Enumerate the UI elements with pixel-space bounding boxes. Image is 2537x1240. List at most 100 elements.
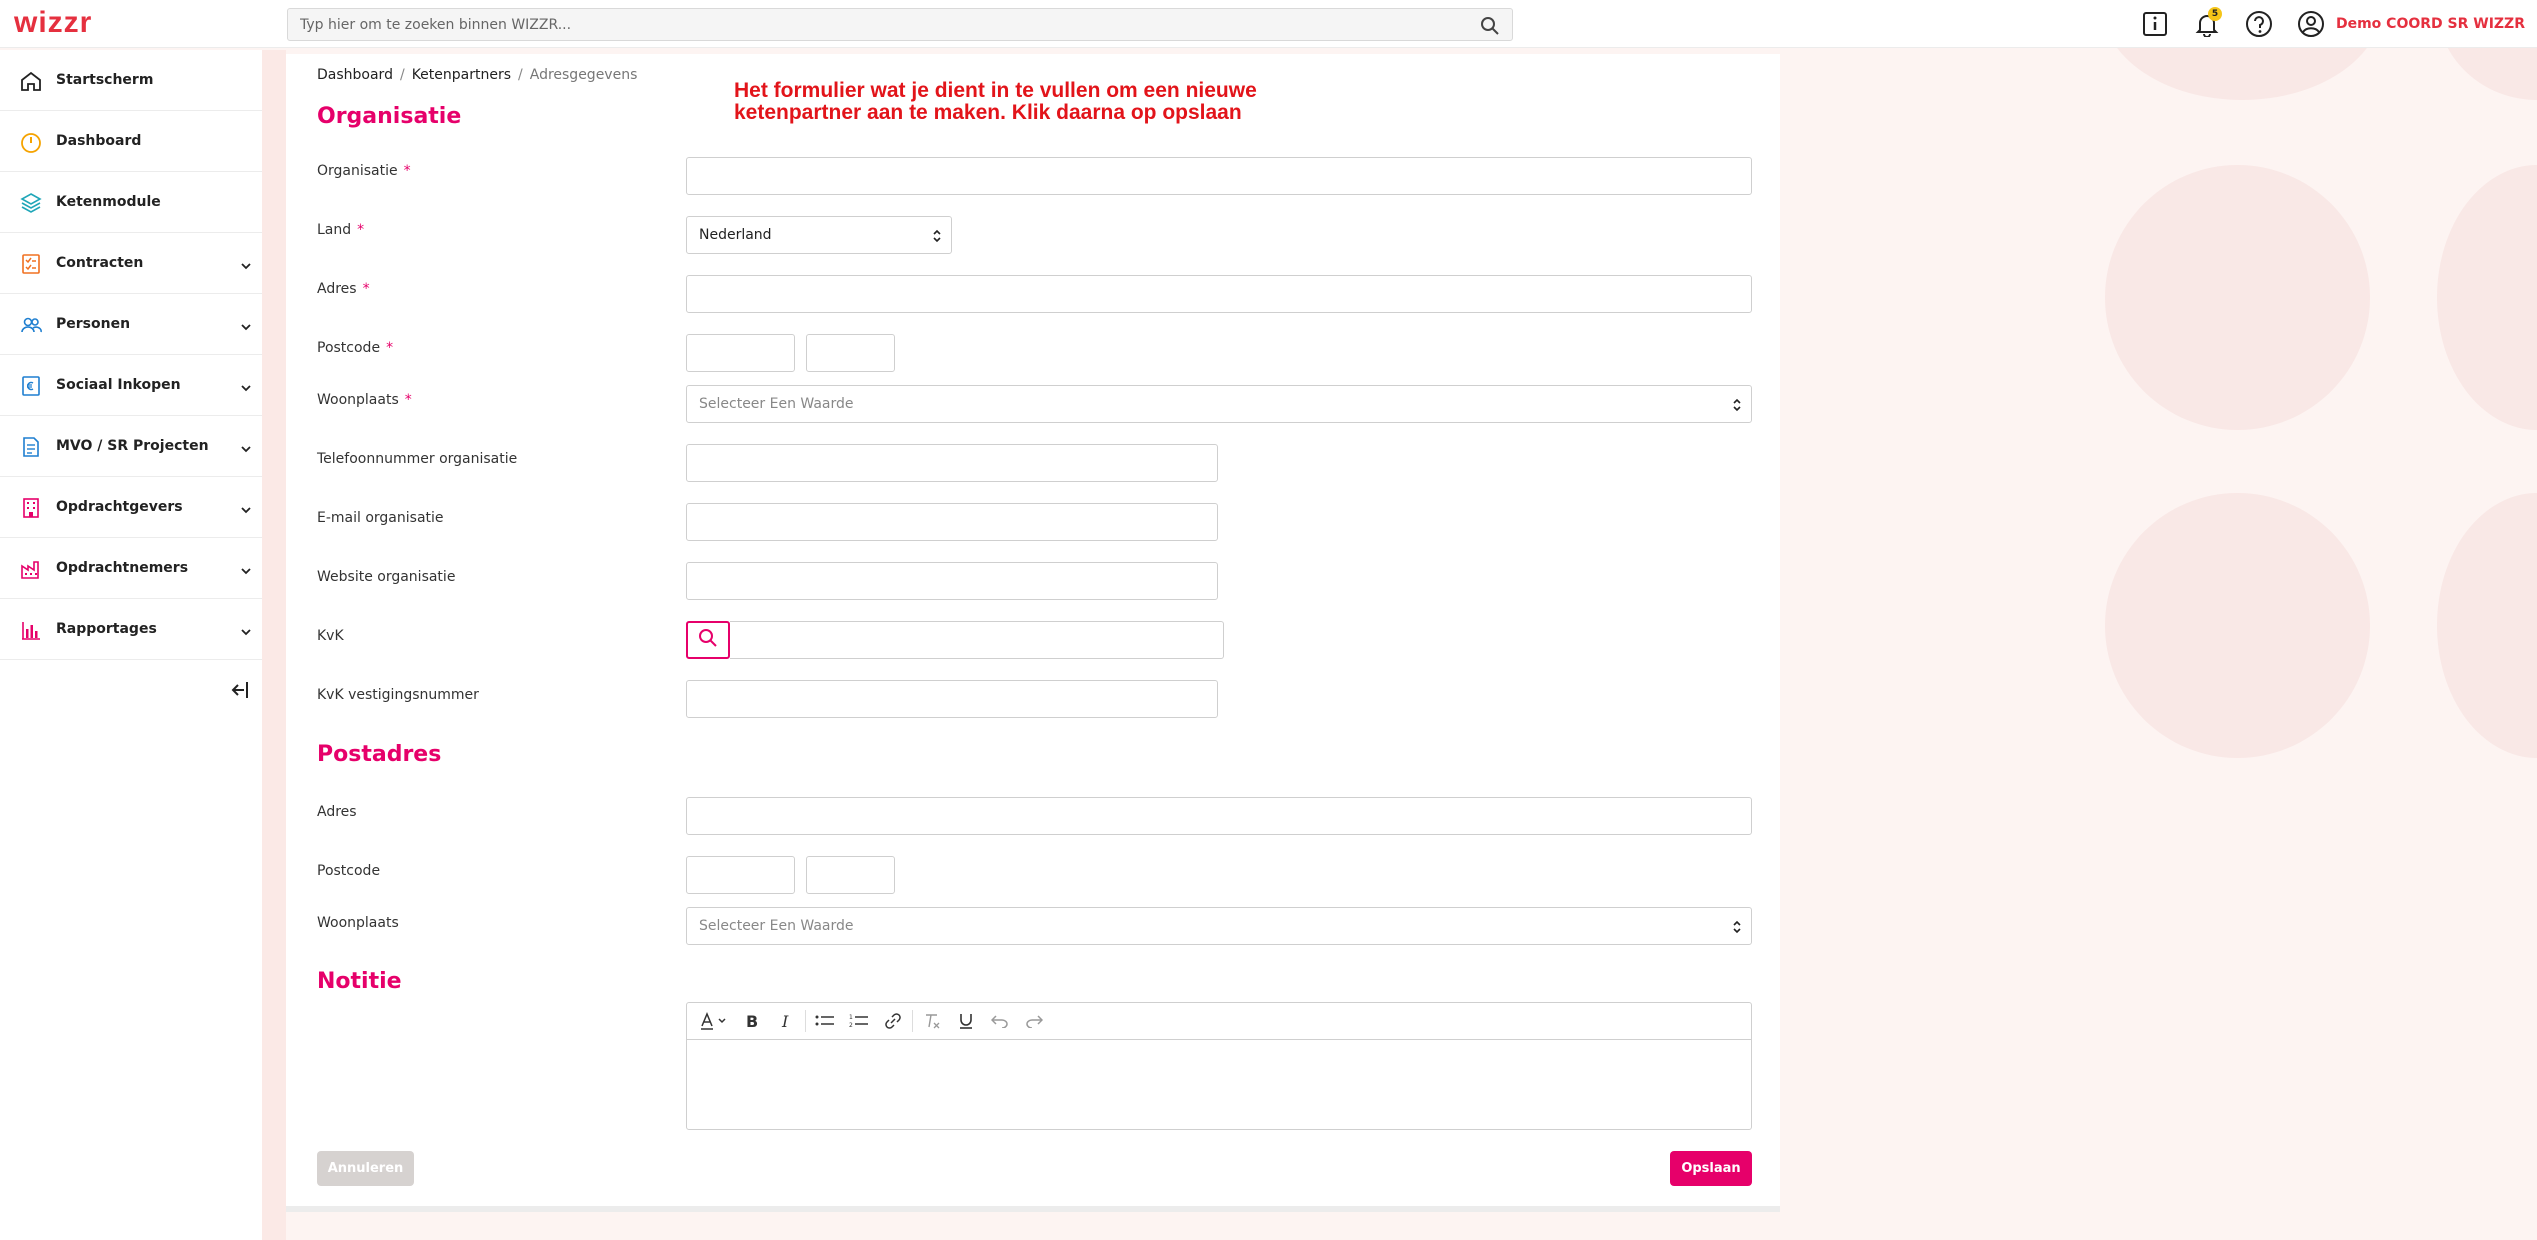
annotation-line: Het formulier wat je dient in te vullen … [734, 79, 1257, 102]
label-text: Postcode [317, 340, 381, 356]
sidebar-item-startscherm[interactable]: Startscherm [0, 50, 262, 111]
label-adres: Adres * [317, 281, 370, 297]
chevron-down-icon[interactable] [240, 379, 252, 398]
search-icon[interactable] [1480, 16, 1500, 40]
organisatie-input[interactable] [687, 158, 1751, 194]
breadcrumb-ketenpartners[interactable]: Ketenpartners [412, 67, 511, 83]
organisatie-field [686, 157, 1752, 195]
numbered-list-icon[interactable]: 12 [842, 1006, 876, 1036]
search-input[interactable] [288, 9, 1512, 40]
chevron-down-icon[interactable] [240, 623, 252, 642]
kvk-field [730, 621, 1224, 659]
bell-icon[interactable]: 5 [2192, 7, 2222, 39]
link-icon[interactable] [876, 1006, 910, 1036]
kvk-vestiging-field [686, 680, 1218, 718]
sidebar-item-personen[interactable]: Personen [0, 294, 262, 355]
woonplaats-placeholder: Selecteer Een Waarde [699, 396, 854, 412]
sidebar-item-opdrachtgevers[interactable]: Opdrachtgevers [0, 477, 262, 538]
global-search [287, 8, 1513, 41]
select-arrows-icon [1731, 917, 1743, 941]
chevron-down-icon[interactable] [240, 440, 252, 459]
sidebar-item-label: Dashboard [56, 133, 142, 149]
factory-icon [20, 558, 42, 580]
label-kvk-vestiging: KvK vestigingsnummer [317, 687, 479, 703]
annotation-line: ketenpartner aan te maken. Klik daarna o… [734, 101, 1242, 124]
sidebar-item-mvo-sr-projecten[interactable]: MVO / SR Projecten [0, 416, 262, 477]
home-icon [20, 70, 42, 92]
user-avatar-icon[interactable] [2296, 9, 2326, 39]
adres-input[interactable] [687, 276, 1751, 312]
chevron-down-icon[interactable] [240, 318, 252, 337]
kvk-search-button[interactable] [686, 621, 730, 659]
email-input[interactable] [687, 504, 1217, 540]
section-title-postadres: Postadres [317, 742, 442, 767]
label-email: E-mail organisatie [317, 510, 444, 526]
label-text: Woonplaats [317, 392, 399, 408]
postcode-digits-input[interactable] [687, 335, 794, 371]
font-color-icon[interactable] [695, 1006, 735, 1036]
form-panel: Dashboard / Ketenpartners / Adresgegevens He… [286, 54, 1780, 1212]
background-circle [2437, 165, 2537, 430]
save-button[interactable]: Opslaan [1670, 1151, 1752, 1186]
chevron-down-icon[interactable] [240, 257, 252, 276]
post-adres-input[interactable] [687, 798, 1751, 834]
kvk-vestiging-input[interactable] [687, 681, 1217, 717]
gauge-icon [20, 131, 42, 153]
label-website: Website organisatie [317, 569, 455, 585]
notification-badge: 5 [2207, 7, 2222, 21]
notitie-textarea[interactable] [687, 1040, 1751, 1130]
collapse-sidebar-icon[interactable] [230, 680, 250, 704]
post-woonplaats-select[interactable]: Selecteer Een Waarde [686, 907, 1752, 945]
sidebar-edge [262, 50, 286, 1240]
kvk-input[interactable] [730, 622, 1223, 658]
woonplaats-select[interactable]: Selecteer Een Waarde [686, 385, 1752, 423]
label-post-adres: Adres [317, 804, 357, 820]
chevron-down-icon[interactable] [240, 501, 252, 520]
postcode-letters-input[interactable] [807, 335, 894, 371]
chevron-down-icon[interactable] [240, 562, 252, 581]
sidebar-item-rapportages[interactable]: Rapportages [0, 599, 262, 660]
cancel-button[interactable]: Annuleren [317, 1151, 414, 1186]
editor-toolbar: B I 12 [687, 1003, 1751, 1040]
sidebar-item-sociaal-inkopen[interactable]: Sociaal Inkopen [0, 355, 262, 416]
sidebar-item-label: Opdrachtgevers [56, 499, 183, 515]
land-selected-value: Nederland [699, 227, 772, 243]
sidebar: Startscherm Dashboard Ketenmodule Contra… [0, 50, 262, 1240]
bullet-list-icon[interactable] [808, 1006, 842, 1036]
bold-icon[interactable]: B [735, 1006, 769, 1036]
svg-text:B: B [746, 1012, 758, 1030]
sidebar-item-dashboard[interactable]: Dashboard [0, 111, 262, 172]
select-arrows-icon [1731, 395, 1743, 419]
user-name[interactable]: Demo COORD SR WIZZR [2336, 16, 2525, 32]
label-text: Organisatie [317, 163, 398, 179]
breadcrumb-dashboard[interactable]: Dashboard [317, 67, 393, 83]
background-circle [2105, 165, 2370, 430]
search-icon [698, 628, 718, 652]
land-select[interactable]: Nederland [686, 216, 952, 254]
italic-icon[interactable]: I [769, 1006, 803, 1036]
euro-doc-icon [20, 375, 42, 397]
background-circle [2437, 493, 2537, 758]
post-postcode-digits-input[interactable] [687, 857, 794, 893]
telefoon-input[interactable] [687, 445, 1217, 481]
help-icon[interactable] [2244, 9, 2274, 39]
adres-field [686, 275, 1752, 313]
sidebar-item-ketenmodule[interactable]: Ketenmodule [0, 172, 262, 233]
sidebar-item-contracten[interactable]: Contracten [0, 233, 262, 294]
post-postcode-letters-input[interactable] [807, 857, 894, 893]
redo-icon[interactable] [1017, 1006, 1051, 1036]
wizzr-logo[interactable]: wizzr [14, 6, 92, 40]
undo-icon[interactable] [983, 1006, 1017, 1036]
underline-icon[interactable] [949, 1006, 983, 1036]
website-field [686, 562, 1218, 600]
clear-format-icon[interactable] [915, 1006, 949, 1036]
label-text: Woonplaats [317, 915, 399, 931]
website-input[interactable] [687, 563, 1217, 599]
post-woonplaats-placeholder: Selecteer Een Waarde [699, 918, 854, 934]
svg-text:1: 1 [849, 1014, 853, 1021]
label-text: Telefoonnummer organisatie [317, 451, 518, 467]
required-mark: * [362, 281, 370, 297]
info-icon[interactable] [2140, 9, 2170, 39]
sidebar-item-opdrachtnemers[interactable]: Opdrachtnemers [0, 538, 262, 599]
postcode-digits-field [686, 334, 795, 372]
